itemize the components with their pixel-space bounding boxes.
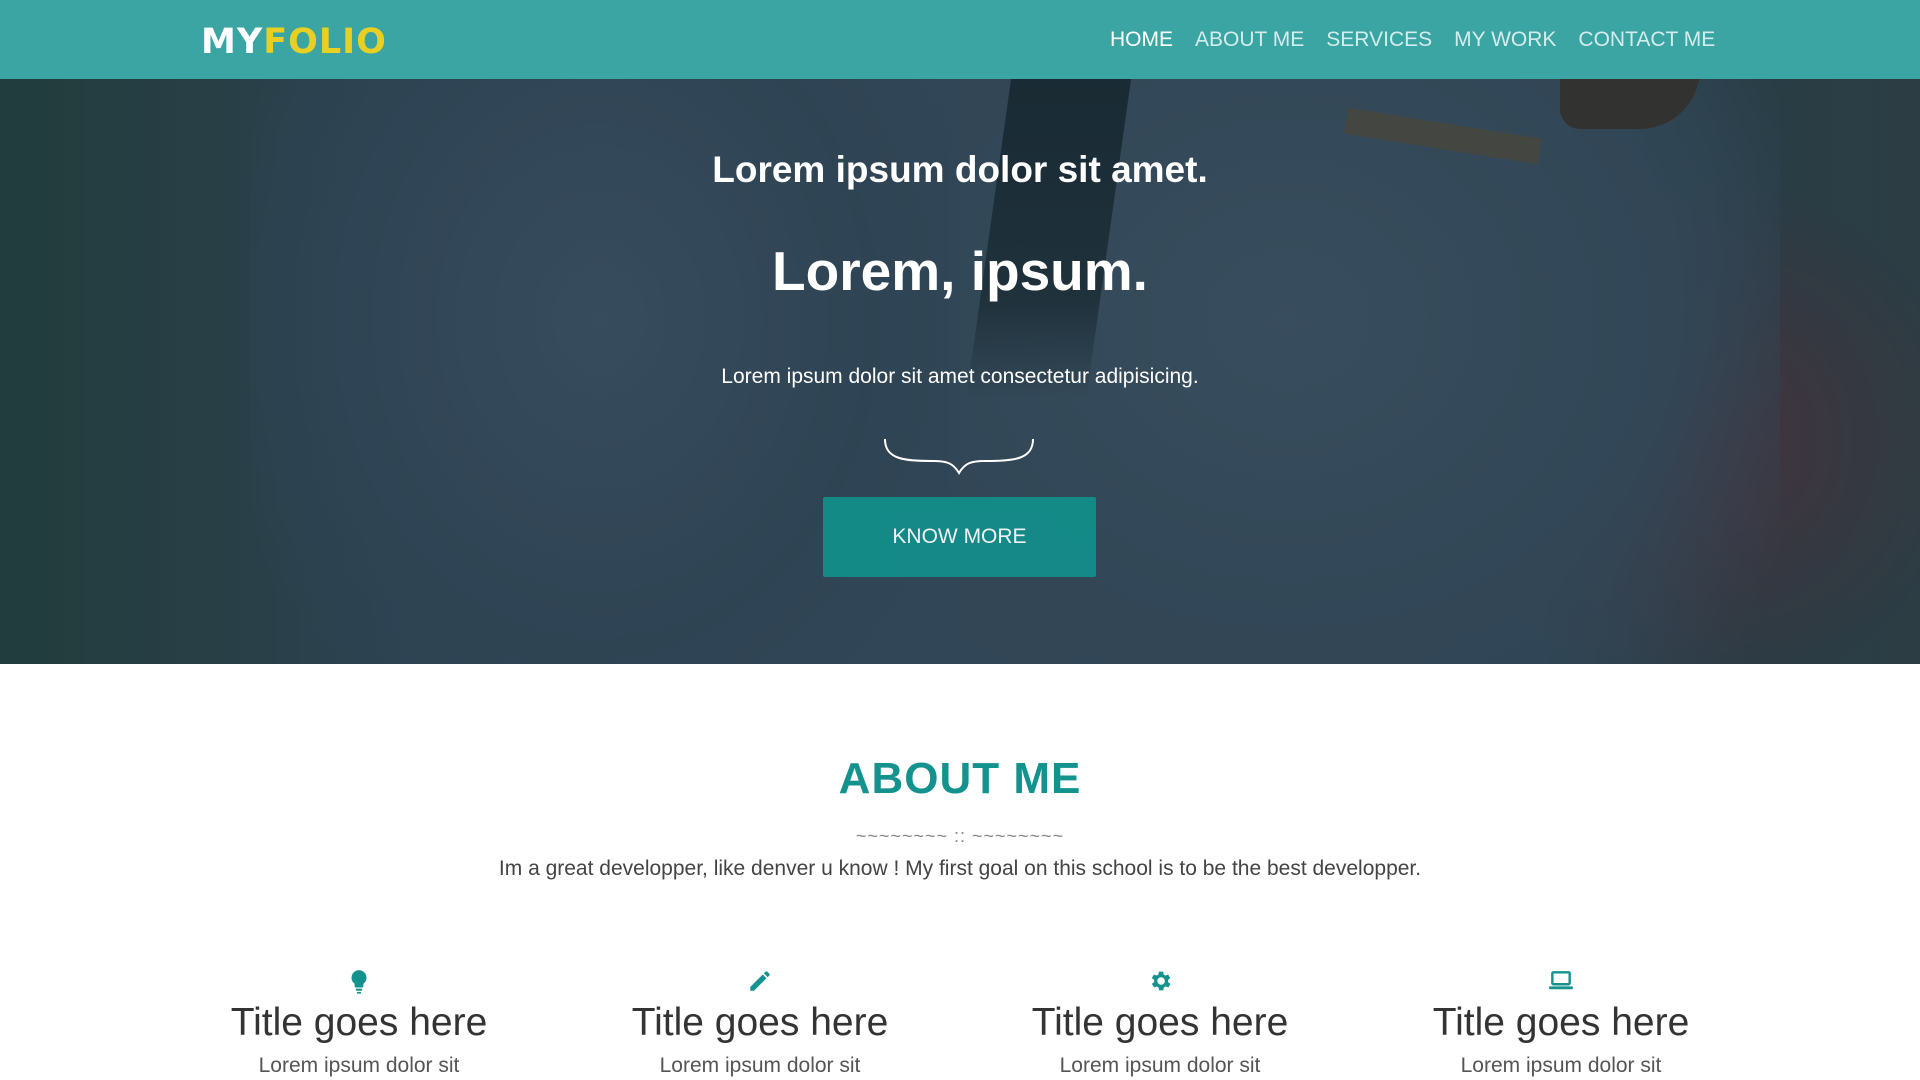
service-title: Title goes here: [631, 1001, 889, 1044]
service-card: Title goes here Lorem ipsum dolor sit: [960, 968, 1360, 1078]
service-text: Lorem ipsum dolor sit: [659, 1054, 861, 1077]
nav-link-contact-me[interactable]: CONTACT ME: [1578, 26, 1715, 54]
services-row: Title goes here Lorem ipsum dolor sit Ti…: [0, 968, 1920, 1080]
curly-brace-divider-icon: [884, 438, 1034, 475]
nav-link-about-me[interactable]: ABOUT ME: [1195, 26, 1304, 54]
service-title: Title goes here: [1432, 1001, 1690, 1044]
logo-part-my: MY: [201, 22, 264, 62]
hero-title: Lorem, ipsum.: [772, 240, 1148, 302]
service-card: Title goes here Lorem ipsum dolor sit: [1361, 968, 1761, 1078]
know-more-button[interactable]: KNOW MORE: [823, 497, 1096, 577]
about-title: ABOUT ME: [838, 754, 1082, 803]
service-text: Lorem ipsum dolor sit: [1059, 1054, 1261, 1077]
nav-links: HOME ABOUT ME SERVICES MY WORK CONTACT M…: [1110, 26, 1737, 54]
hero-subtitle: Lorem ipsum dolor sit amet consectetur a…: [721, 365, 1199, 388]
service-card: Title goes here Lorem ipsum dolor sit: [159, 968, 559, 1078]
laptop-icon: [1549, 971, 1573, 990]
about-text: Im a great developper, like denver u kno…: [498, 857, 1422, 880]
nav-link-home[interactable]: HOME: [1110, 26, 1173, 54]
hero-kicker: Lorem ipsum dolor sit amet.: [712, 149, 1208, 190]
navbar: MYFOLIO HOME ABOUT ME SERVICES MY WORK C…: [0, 0, 1920, 79]
gear-icon: [1151, 971, 1171, 991]
nav-link-services[interactable]: SERVICES: [1326, 26, 1432, 54]
logo-part-folio: FOLIO: [263, 22, 387, 62]
service-card: Title goes here Lorem ipsum dolor sit: [560, 968, 960, 1078]
nav-link-my-work[interactable]: MY WORK: [1454, 26, 1556, 54]
service-title: Title goes here: [230, 1001, 488, 1044]
hero-section: Lorem ipsum dolor sit amet. Lorem, ipsum…: [0, 79, 1920, 664]
pencil-icon: [750, 971, 770, 991]
service-title: Title goes here: [1031, 1001, 1289, 1044]
logo[interactable]: MYFOLIO: [201, 22, 387, 62]
service-text: Lorem ipsum dolor sit: [258, 1054, 460, 1077]
lightbulb-icon: [351, 970, 367, 994]
about-separator: ~~~~~~~~ :: ~~~~~~~~: [855, 826, 1065, 846]
service-text: Lorem ipsum dolor sit: [1460, 1054, 1662, 1077]
